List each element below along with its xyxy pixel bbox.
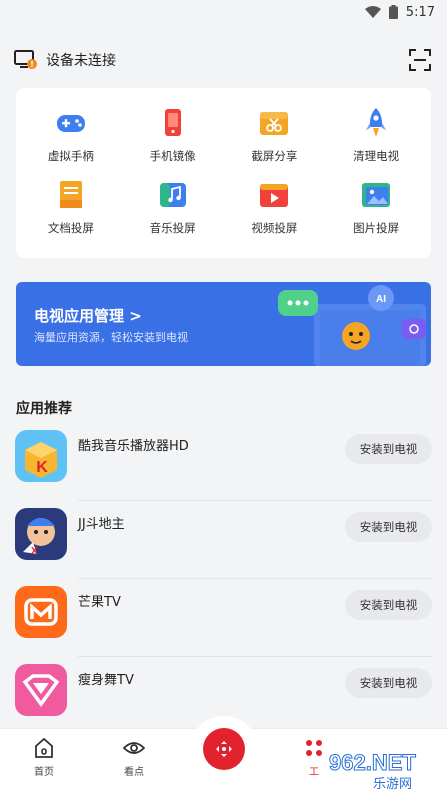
status-time: 5:17	[405, 4, 435, 20]
video-cast-icon	[260, 184, 289, 207]
grid-item-image-cast[interactable]: 图片投屏	[325, 178, 427, 250]
grid-label: 虚拟手柄	[47, 149, 94, 163]
slim-dance-icon	[15, 664, 67, 716]
battery-icon	[388, 5, 398, 19]
grid-item-gamepad[interactable]: 虚拟手柄	[20, 106, 122, 178]
music-cast-icon	[159, 183, 186, 207]
grid-label: 文档投屏	[47, 221, 94, 235]
grid-item-clean-tv[interactable]: 清理电视	[325, 106, 427, 178]
watermark-subtext: 乐游网	[373, 777, 412, 792]
install-to-tv-button[interactable]: 安装到电视	[345, 512, 432, 542]
scan-icon[interactable]	[409, 49, 431, 71]
install-to-tv-button[interactable]: 安装到电视	[345, 668, 432, 698]
status-bar: 5:17	[0, 0, 447, 24]
grid-item-phone-mirror[interactable]: 手机镜像	[122, 106, 224, 178]
app-name: 瘦身舞TV	[78, 673, 134, 688]
rocket-clean-icon	[366, 108, 387, 137]
screenshot-share-icon	[260, 112, 289, 135]
gamepad-icon	[56, 115, 85, 132]
document-cast-icon	[59, 181, 82, 208]
jj-doudizhu-icon: X	[15, 508, 67, 560]
wifi-icon	[364, 6, 381, 18]
nav-watch-label: 看点	[124, 767, 144, 778]
watermark-logo: 962.NET 乐游网	[329, 750, 417, 793]
device-status-text: 设备未连接	[46, 53, 116, 69]
list-item[interactable]: X JJ斗地主 安装到电视	[0, 500, 447, 579]
kuwo-music-icon: K	[15, 430, 67, 482]
grid-label: 截屏分享	[251, 149, 298, 163]
mango-tv-icon	[15, 586, 67, 638]
grid-item-document-cast[interactable]: 文档投屏	[20, 178, 122, 250]
grid-label: 图片投屏	[353, 221, 400, 235]
list-item[interactable]: 芒果TV 安装到电视	[0, 578, 447, 657]
app-name: 酷我音乐播放器HD	[78, 439, 189, 454]
app-name: 芒果TV	[78, 595, 121, 610]
grid-label: 手机镜像	[149, 149, 196, 163]
grid-label: 视频投屏	[251, 221, 298, 235]
app-name: JJ斗地主	[78, 517, 125, 532]
tv-app-manager-banner[interactable]: 电视应用管理 > 海量应用资源，轻松安装到电视 AI	[16, 282, 431, 366]
dpad-icon	[216, 741, 232, 757]
grid-label: 音乐投屏	[149, 221, 196, 235]
tv-disconnected-icon	[14, 50, 37, 69]
ai-badge-text: AI	[376, 294, 386, 305]
banner-title: 电视应用管理 >	[34, 307, 142, 325]
section-title: 应用推荐	[16, 401, 72, 417]
nav-home[interactable]: 首页	[14, 737, 74, 778]
grid-label: 清理电视	[353, 149, 400, 163]
image-cast-icon	[362, 183, 391, 207]
grid-item-video-cast[interactable]: 视频投屏	[224, 178, 326, 250]
nav-watch[interactable]: 看点	[104, 737, 164, 778]
list-item[interactable]: K 酷我音乐播放器HD 安装到电视	[0, 422, 447, 501]
svg-text:K: K	[36, 459, 48, 476]
feature-grid: 虚拟手柄 手机镜像 截屏分享 清理电视 文档投屏 音乐投屏 视频投屏 图片投屏	[16, 88, 431, 258]
phone-mirror-icon	[164, 109, 181, 136]
nav-home-label: 首页	[34, 767, 54, 778]
grid-item-screenshot-share[interactable]: 截屏分享	[224, 106, 326, 178]
install-to-tv-button[interactable]: 安装到电视	[345, 434, 432, 464]
banner-subtitle: 海量应用资源，轻松安装到电视	[34, 331, 188, 344]
eye-icon	[123, 742, 145, 754]
svg-text:X: X	[31, 546, 38, 557]
home-icon	[35, 737, 53, 758]
remote-control-button[interactable]	[203, 728, 245, 770]
grid-item-music-cast[interactable]: 音乐投屏	[122, 178, 224, 250]
watermark-text: 962.NET	[329, 750, 416, 775]
install-to-tv-button[interactable]: 安装到电视	[345, 590, 432, 620]
tv-illustration-icon: AI	[278, 285, 426, 366]
device-connection-bar[interactable]: 设备未连接	[0, 40, 447, 80]
